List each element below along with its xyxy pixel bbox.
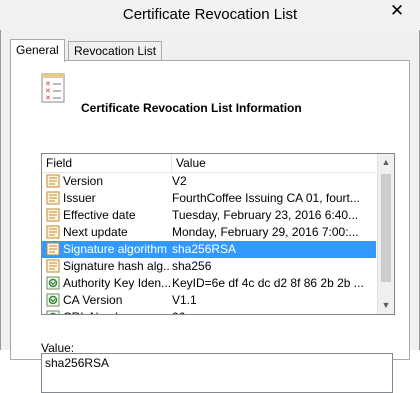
field-name: Version <box>63 174 104 188</box>
doc-icon <box>46 242 60 256</box>
list-row[interactable]: Signature hash alg... sha256 <box>42 258 376 275</box>
tab-general[interactable]: General <box>10 39 65 62</box>
field-value: sha256 <box>172 259 212 273</box>
column-divider <box>171 154 172 172</box>
field-value: V1.1 <box>172 293 197 307</box>
svg-text:✕: ✕ <box>45 94 51 102</box>
list-row[interactable]: CRL Number06 <box>42 309 376 314</box>
list-row[interactable]: Signature algorithm sha256RSA <box>42 241 376 258</box>
list-scrollbar[interactable]: ▲ ▼ <box>377 154 394 314</box>
scroll-up-icon[interactable]: ▲ <box>378 154 394 171</box>
doc-icon <box>46 208 60 222</box>
list-rows: Version V2 Issuer FourthCoffee Issuing CA 0… <box>42 173 376 314</box>
field-value: 06 <box>172 309 374 314</box>
field-value: Monday, February 29, 2016 7:00:... <box>172 225 359 239</box>
scroll-down-icon[interactable]: ▼ <box>378 297 394 314</box>
field-name: CRL Number <box>63 309 171 314</box>
list-row[interactable]: Effective date Tuesday, February 23, 2016… <box>42 207 376 224</box>
doc-icon <box>46 259 60 273</box>
field-name: Issuer <box>63 191 96 205</box>
field-value: sha256RSA <box>172 242 237 256</box>
doc-icon <box>46 174 60 188</box>
list-row[interactable]: CA Version V1.1 <box>42 292 376 309</box>
field-name: Next update <box>63 225 128 239</box>
field-value: V2 <box>172 174 187 188</box>
field-name: Effective date <box>63 208 136 222</box>
doc-icon <box>46 191 60 205</box>
fields-list[interactable]: Field Value Version V2 Issuer FourthCoffee … <box>41 153 395 315</box>
window-title: Certificate Revocation List <box>122 6 298 23</box>
list-row[interactable]: Authority Key Iden... KeyID=6e df 4c dc d… <box>42 275 376 292</box>
field-name: Signature algorithm <box>63 242 168 256</box>
list-row[interactable]: Issuer FourthCoffee Issuing CA 01, fourt.… <box>42 190 376 207</box>
general-panel: ✕ ✕ ✕ Certificate Revocation List Inform… <box>10 60 410 393</box>
field-value: KeyID=6e df 4c dc d2 8f 86 2b 2b ... <box>172 276 364 290</box>
extension-icon <box>46 293 60 307</box>
title-bar: Certificate Revocation List ✕ <box>0 0 420 30</box>
column-header-field[interactable]: Field <box>46 156 72 170</box>
field-name: Authority Key Iden... <box>63 276 171 290</box>
column-header-value[interactable]: Value <box>176 156 206 170</box>
certificate-list-icon: ✕ ✕ ✕ <box>41 73 65 103</box>
panel-title: Certificate Revocation List Information <box>81 101 302 115</box>
extension-icon <box>46 276 60 290</box>
list-header: Field Value <box>42 154 376 173</box>
scroll-thumb[interactable] <box>381 174 391 282</box>
field-name: CA Version <box>63 293 123 307</box>
list-row[interactable]: Version V2 <box>42 173 376 190</box>
value-textbox[interactable]: sha256RSA <box>41 353 393 393</box>
dialog-body: General Revocation List ✕ ✕ ✕ Certificat… <box>0 30 420 393</box>
field-value: Tuesday, February 23, 2016 6:40... <box>172 208 359 222</box>
field-value: FourthCoffee Issuing CA 01, fourt... <box>172 191 360 205</box>
extension-icon <box>46 310 60 314</box>
close-button[interactable]: ✕ <box>380 0 414 22</box>
doc-icon <box>46 225 60 239</box>
tab-revocation-list[interactable]: Revocation List <box>68 41 163 61</box>
field-name: Signature hash alg... <box>63 259 171 273</box>
list-row[interactable]: Next update Monday, February 29, 2016 7:0… <box>42 224 376 241</box>
